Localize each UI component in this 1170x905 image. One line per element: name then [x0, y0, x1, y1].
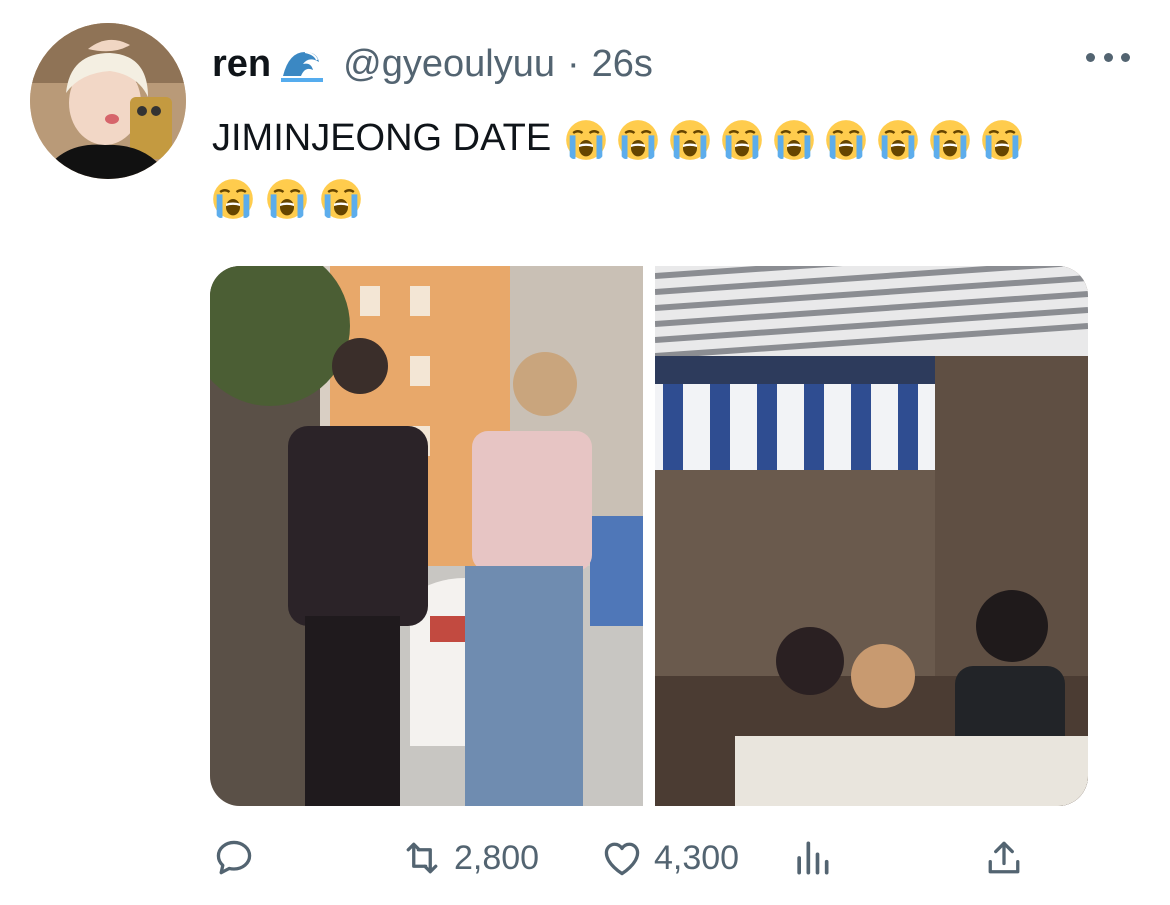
loudly-crying-face-emoji-icon	[930, 120, 971, 160]
loudly-crying-face-emoji-icon	[722, 120, 763, 160]
separator-dot: ·	[566, 42, 580, 85]
tweet-actions: 2,800 4,300	[212, 830, 1032, 886]
share-button[interactable]	[982, 830, 1026, 886]
loudly-crying-face-emoji-icon	[878, 120, 919, 160]
loudly-crying-face-emoji-icon	[982, 120, 1023, 160]
tweet-media[interactable]	[210, 266, 1088, 806]
like-button[interactable]: 4,300	[600, 830, 739, 886]
loudly-crying-face-emoji-icon	[618, 120, 659, 160]
reply-icon	[216, 840, 252, 875]
tweet-header: ren @gyeoulyuu · 26s	[212, 40, 653, 88]
tweet-text-block: JIMINJEONG DATE	[212, 110, 1112, 166]
retweet-count: 2,800	[454, 838, 540, 877]
tweet-time[interactable]: 26s	[592, 43, 653, 86]
loudly-crying-face-emoji-icon	[267, 179, 307, 219]
emoji-row-2	[212, 178, 362, 220]
analytics-button[interactable]	[790, 830, 834, 886]
author-handle[interactable]: @gyeoulyuu	[343, 43, 555, 86]
photo-street-icon[interactable]	[210, 266, 643, 806]
retweet-icon	[406, 842, 438, 874]
loudly-crying-face-emoji-icon	[213, 179, 253, 219]
loudly-crying-face-emoji-icon	[566, 120, 607, 160]
tweet-text: JIMINJEONG DATE	[212, 117, 552, 159]
more-options-icon[interactable]	[1086, 42, 1130, 72]
loudly-crying-face-emoji-icon	[774, 120, 815, 160]
avatar[interactable]	[30, 23, 186, 179]
loudly-crying-face-emoji-icon	[321, 179, 361, 219]
loudly-crying-face-emoji-icon	[670, 120, 711, 160]
wave-emoji-icon	[279, 46, 325, 82]
author-name[interactable]: ren	[212, 43, 271, 86]
analytics-icon	[797, 841, 829, 875]
tweet[interactable]: ren @gyeoulyuu · 26s JIMINJEONG DATE 2,8…	[0, 0, 1170, 905]
emoji-row-1	[565, 119, 1023, 161]
like-count: 4,300	[654, 838, 740, 877]
photo-awning-icon[interactable]	[655, 266, 1088, 806]
share-icon	[988, 841, 1020, 874]
loudly-crying-face-emoji-icon	[826, 120, 867, 160]
retweet-button[interactable]: 2,800	[400, 830, 539, 886]
heart-icon	[604, 842, 640, 876]
reply-button[interactable]	[212, 830, 256, 886]
